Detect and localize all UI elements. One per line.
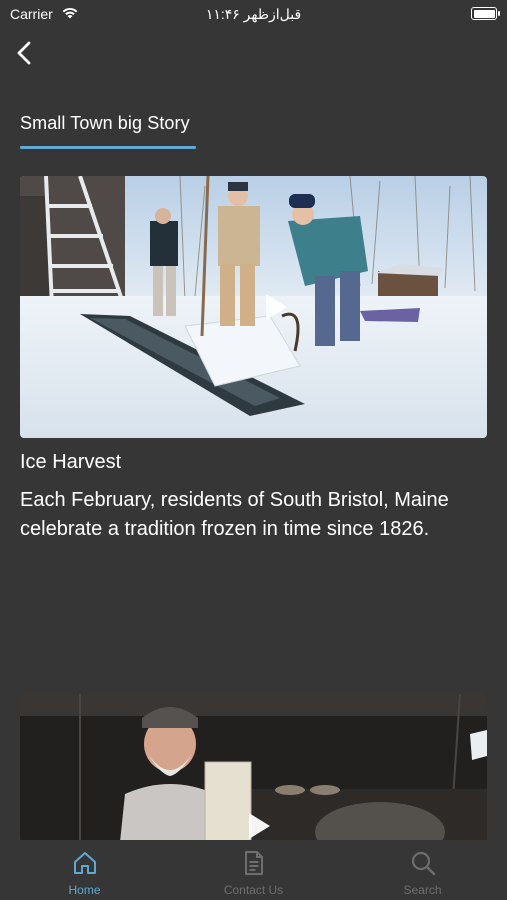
tab-search[interactable]: Search <box>338 840 507 900</box>
chevron-left-icon <box>17 41 31 65</box>
article-description: Each February, residents of South Bristo… <box>20 489 449 540</box>
document-icon <box>245 851 263 875</box>
tab-contact-us[interactable]: Contact Us <box>169 840 338 900</box>
ice-harvest-image <box>20 176 487 438</box>
back-button[interactable] <box>12 38 40 68</box>
search-icon <box>411 851 436 876</box>
video-thumbnail[interactable] <box>20 694 487 842</box>
section-tab-label: Small Town big Story <box>20 113 190 133</box>
tab-home-label: Home <box>68 883 101 897</box>
status-time: ۱۱:۴۶ قبل‌ازظهر <box>205 6 302 22</box>
home-icon <box>74 852 96 874</box>
battery-level <box>473 9 495 18</box>
tab-home[interactable]: Home <box>0 840 169 900</box>
video-thumbnail[interactable] <box>20 176 487 438</box>
battery-icon <box>471 7 500 20</box>
play-icon[interactable] <box>246 810 274 842</box>
status-bar: Carrier ۱۱:۴۶ قبل‌ازظهر <box>0 0 507 28</box>
section-tab[interactable]: Small Town big Story <box>20 113 196 149</box>
section-tab-indicator <box>20 146 196 149</box>
tab-bar: Home Contact Us Search <box>0 840 507 900</box>
play-icon[interactable] <box>263 291 291 323</box>
article-title: Ice Harvest <box>20 451 122 473</box>
tab-search-label: Search <box>403 883 442 897</box>
tab-contact-us-label: Contact Us <box>223 883 284 897</box>
